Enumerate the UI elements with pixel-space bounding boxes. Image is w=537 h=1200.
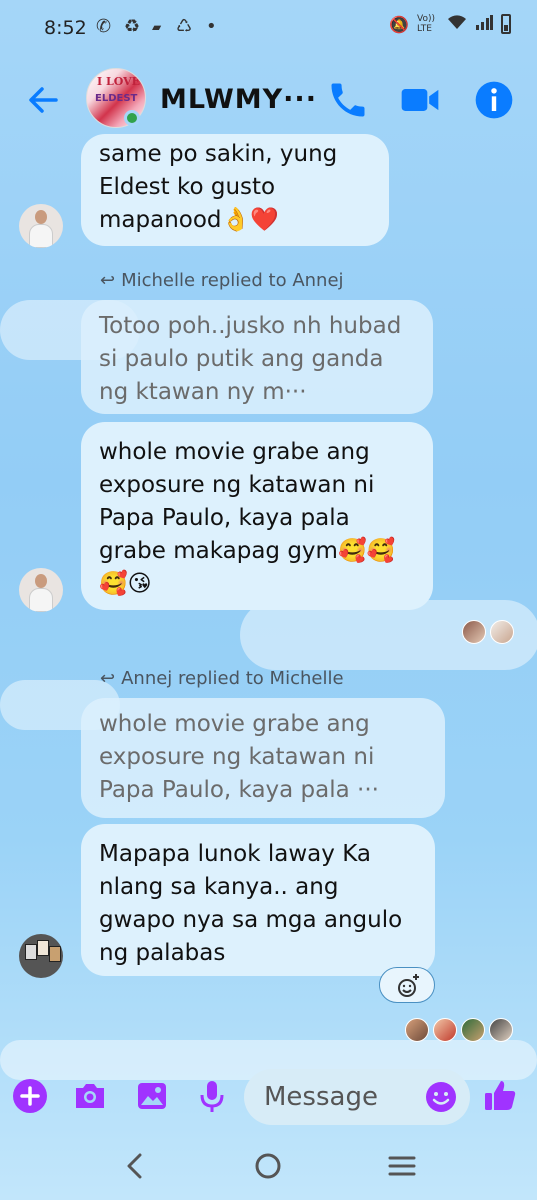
add-reaction-button[interactable] <box>379 967 435 1003</box>
message-input[interactable] <box>264 1077 424 1117</box>
nav-home-icon <box>255 1153 281 1179</box>
back-arrow-icon <box>29 87 58 113</box>
chat-header: I LOVE ELDEST MLWMY··· <box>0 60 537 140</box>
chat-title[interactable]: MLWMY··· <box>160 84 317 115</box>
reply-label-text: Annej replied to Michelle <box>121 668 344 689</box>
status-bar: 8:52 ✆ ♻ ▰ ♺ • 🔕 Vo)) LTE <box>0 0 537 60</box>
recycle-icon: ♺ <box>176 16 193 37</box>
voice-button[interactable] <box>192 1076 232 1116</box>
nav-recents-button[interactable] <box>382 1148 422 1184</box>
plus-button[interactable] <box>10 1076 50 1116</box>
call-button[interactable] <box>326 78 370 122</box>
sync-icon: ♻ <box>124 16 141 37</box>
emoji-reaction-icon <box>398 974 419 997</box>
back-button[interactable] <box>22 78 66 122</box>
seen-avatar <box>490 620 514 644</box>
message-text: same po sakin, yung Eldest ko gusto mapa… <box>99 141 338 233</box>
avatar-text-bottom: ELDEST <box>95 93 138 104</box>
plus-icon <box>13 1079 47 1113</box>
online-status-dot <box>124 110 140 126</box>
mute-icon: 🔕 <box>389 14 409 34</box>
seen-indicators[interactable] <box>462 620 514 644</box>
avatar-text-top: I LOVE <box>97 75 141 88</box>
signal-icon <box>475 14 493 34</box>
camera-button[interactable] <box>70 1076 110 1116</box>
quoted-message[interactable]: Totoo poh..jusko nh hubad si paulo putik… <box>81 300 433 414</box>
viber-icon: ✆ <box>96 16 112 37</box>
nav-home-button[interactable] <box>248 1148 288 1184</box>
seen-avatar <box>489 1018 513 1042</box>
status-time: 8:52 <box>44 17 87 39</box>
wifi-icon <box>447 14 467 34</box>
info-icon <box>475 81 513 119</box>
battery-icon <box>501 14 511 34</box>
video-icon <box>401 89 439 111</box>
sender-avatar-annej[interactable] <box>19 934 63 978</box>
system-nav-bar <box>0 1132 537 1200</box>
like-button[interactable] <box>480 1076 520 1116</box>
reply-arrow-icon: ↩ <box>100 270 116 291</box>
nav-back-button[interactable] <box>116 1148 156 1184</box>
volte-label: Vo)) LTE <box>417 14 435 34</box>
reply-label-text: Michelle replied to Annej <box>121 270 344 291</box>
emoji-icon[interactable] <box>424 1080 458 1114</box>
message-bubble[interactable]: whole movie grabe ang exposure ng katawa… <box>81 422 433 610</box>
seen-avatar <box>462 620 486 644</box>
seen-avatar <box>433 1018 457 1042</box>
info-button[interactable] <box>472 78 516 122</box>
gallery-button[interactable] <box>132 1076 172 1116</box>
nav-recents-icon <box>388 1156 416 1176</box>
seen-indicators[interactable] <box>405 1018 513 1042</box>
reply-label: ↩ Michelle replied to Annej <box>100 270 344 291</box>
thumbs-up-icon <box>485 1081 516 1110</box>
sender-avatar-michelle[interactable] <box>19 568 63 612</box>
message-input-field[interactable] <box>244 1069 470 1125</box>
seen-avatar <box>405 1018 429 1042</box>
message-text: Mapapa lunok laway Ka nlang sa kanya.. a… <box>99 841 403 966</box>
message-bubble[interactable]: same po sakin, yung Eldest ko gusto mapa… <box>81 134 389 246</box>
camera-icon <box>76 1084 104 1108</box>
reply-arrow-icon: ↩ <box>100 668 116 689</box>
message-composer <box>0 1066 537 1132</box>
phone-icon <box>331 83 365 117</box>
message-bubble[interactable]: Mapapa lunok laway Ka nlang sa kanya.. a… <box>81 824 435 976</box>
reply-label: ↩ Annej replied to Michelle <box>100 668 344 689</box>
image-icon <box>138 1083 166 1109</box>
seen-avatar <box>461 1018 485 1042</box>
quoted-text: whole movie grabe ang exposure ng katawa… <box>99 711 379 803</box>
quoted-text: Totoo poh..jusko nh hubad si paulo putik… <box>99 313 402 405</box>
notification-icon: ▰ <box>152 20 162 34</box>
mic-icon <box>200 1081 224 1112</box>
nav-back-icon <box>127 1153 142 1179</box>
sender-avatar-michelle[interactable] <box>19 204 63 248</box>
video-call-button[interactable] <box>398 78 442 122</box>
quoted-message[interactable]: whole movie grabe ang exposure ng katawa… <box>81 698 445 818</box>
more-dot-icon: • <box>206 16 217 37</box>
message-text: whole movie grabe ang exposure ng katawa… <box>99 439 396 597</box>
